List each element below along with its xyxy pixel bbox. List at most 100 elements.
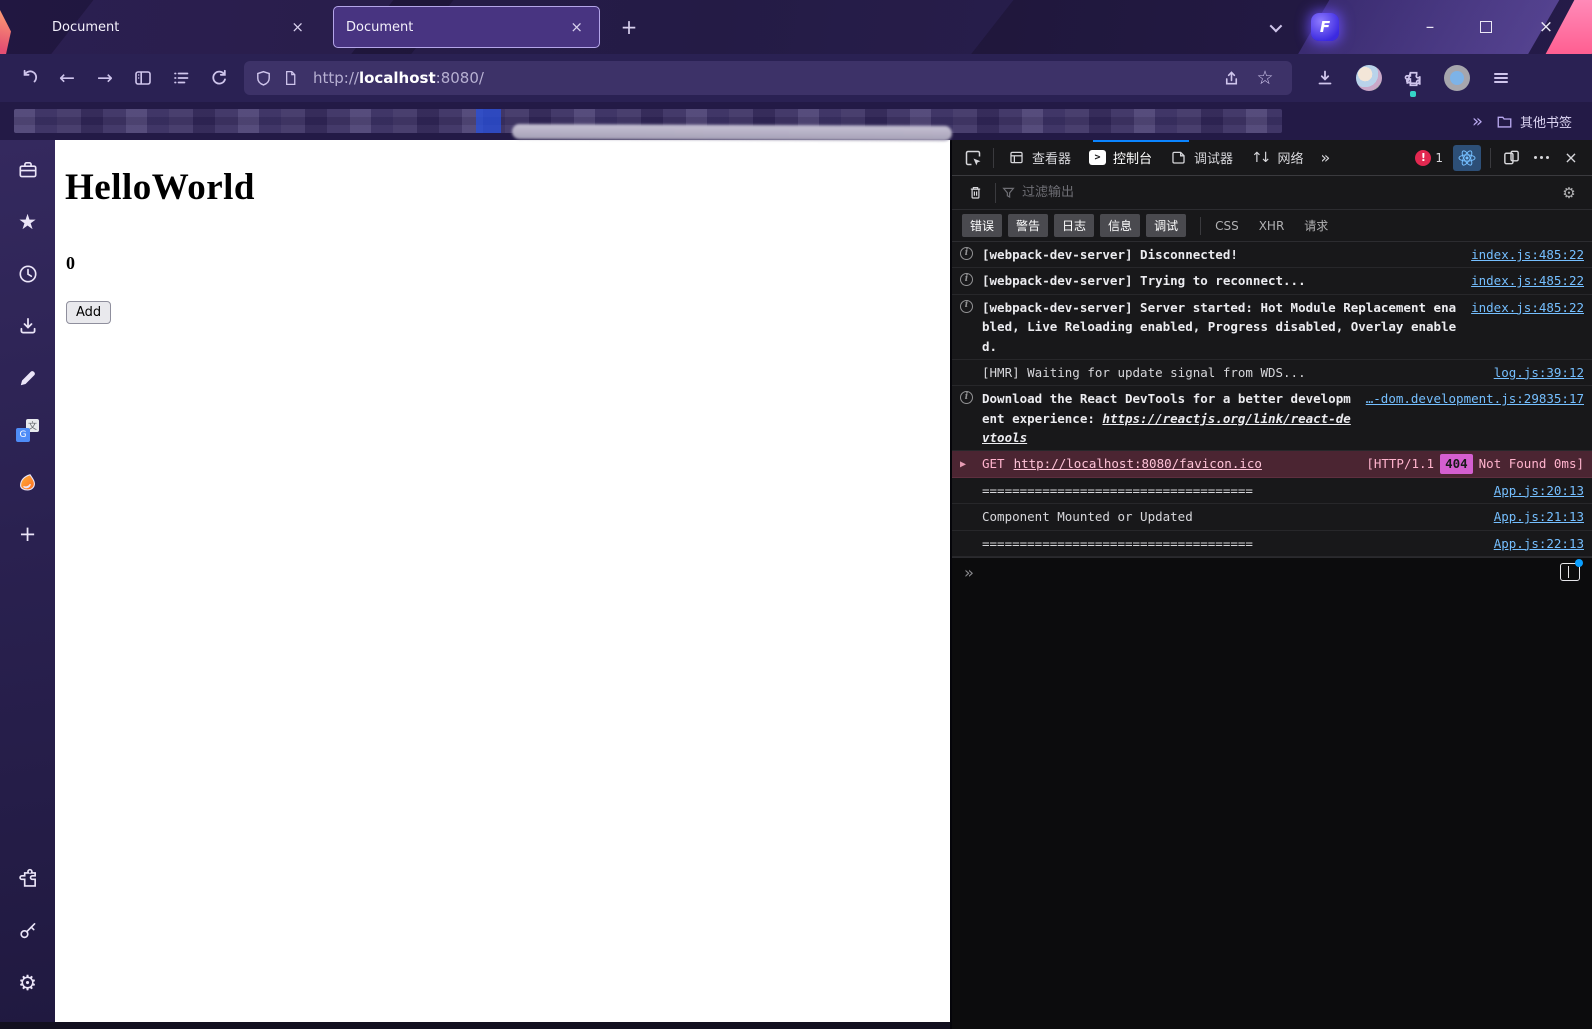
console-icon: > xyxy=(1089,150,1107,165)
devtools-empty-area xyxy=(952,586,1592,1029)
shield-icon[interactable] xyxy=(254,69,273,88)
console-input-row[interactable]: » xyxy=(952,556,1592,587)
source-link[interactable]: …-dom.development.js:29835:17 xyxy=(1366,389,1584,408)
source-link[interactable]: index.js:485:22 xyxy=(1471,298,1584,317)
source-link[interactable]: App.js:20:13 xyxy=(1494,481,1584,500)
bookmarks-overflow-button[interactable]: » xyxy=(1472,111,1483,132)
source-link[interactable]: index.js:485:22 xyxy=(1471,245,1584,264)
source-link[interactable]: index.js:485:22 xyxy=(1471,271,1584,290)
filter-output-input[interactable] xyxy=(1022,185,1554,200)
forward-button[interactable]: → xyxy=(86,60,124,96)
sidebar-settings-button[interactable]: ⚙ xyxy=(8,963,48,1003)
devtools-tab-debugger[interactable]: 调试器 xyxy=(1161,140,1242,175)
tab-close-icon[interactable]: × xyxy=(566,18,587,37)
pick-element-button[interactable] xyxy=(958,144,988,172)
url-text[interactable]: http://localhost:8080/ xyxy=(313,69,1214,87)
pick-element-icon xyxy=(965,150,981,165)
account-icon xyxy=(1444,65,1470,91)
extensions-button[interactable] xyxy=(1394,60,1432,97)
react-devtools-button[interactable] xyxy=(1453,144,1481,171)
page-info-button[interactable] xyxy=(273,60,307,96)
devtools-close-button[interactable]: × xyxy=(1556,144,1586,172)
reload-button[interactable] xyxy=(200,60,238,96)
add-button[interactable]: Add xyxy=(66,301,112,324)
message-text: ==================================== xyxy=(982,482,1253,498)
devtools-tab-network[interactable]: ↑↓ 网络 xyxy=(1242,140,1312,175)
sidebar-toggle-button[interactable] xyxy=(124,60,162,96)
history-sidebar-button[interactable] xyxy=(8,254,48,294)
devtools-tabs-overflow-button[interactable]: » xyxy=(1313,148,1339,167)
source-link[interactable]: log.js:39:12 xyxy=(1494,363,1584,382)
translate-webpanel-button[interactable]: 文 G xyxy=(8,410,48,450)
new-tab-button[interactable]: + xyxy=(614,12,644,42)
toolbox-icon xyxy=(18,162,37,178)
tab-close-icon[interactable]: × xyxy=(287,18,308,37)
filter-info-button[interactable]: 信息 xyxy=(1100,214,1141,237)
filter-debug-button[interactable]: 调试 xyxy=(1146,214,1187,237)
other-bookmarks-button[interactable]: 其他书签 xyxy=(1496,112,1572,131)
undo-arrow-icon xyxy=(23,69,38,83)
window-bottom-edge xyxy=(0,1022,950,1029)
filter-css-button[interactable]: CSS xyxy=(1215,219,1239,233)
theme-accent-left xyxy=(0,10,11,54)
passwords-button[interactable] xyxy=(8,911,48,951)
split-console-button[interactable] xyxy=(1560,559,1583,582)
censored-smear xyxy=(511,124,953,141)
message-text: Download the React DevTools for a better… xyxy=(982,391,1351,445)
downloads-sidebar-button[interactable] xyxy=(8,306,48,346)
source-link[interactable]: App.js:21:13 xyxy=(1494,507,1584,526)
titlebar: Document × Document × + F – × xyxy=(0,0,1592,54)
tab-document-1[interactable]: Document × xyxy=(40,8,320,46)
notification-dot xyxy=(1575,559,1583,568)
error-count: 1 xyxy=(1435,150,1443,165)
url-bar[interactable]: http://localhost:8080/ ☆ xyxy=(244,61,1292,95)
filter-requests-button[interactable]: 请求 xyxy=(1304,217,1328,234)
source-link[interactable]: App.js:22:13 xyxy=(1494,534,1584,553)
network-error-row[interactable]: ▶ GET http://localhost:8080/favicon.ico … xyxy=(952,451,1592,478)
downloads-button[interactable] xyxy=(1306,60,1344,96)
request-url-link[interactable]: http://localhost:8080/favicon.ico xyxy=(1014,454,1262,473)
sidebar-panel-icon xyxy=(135,71,151,85)
tab-title: Document xyxy=(346,19,414,35)
devtools-more-options-button[interactable] xyxy=(1526,144,1556,172)
filter-warnings-button[interactable]: 警告 xyxy=(1008,214,1049,237)
share-button[interactable] xyxy=(1214,60,1248,96)
filter-errors-button[interactable]: 错误 xyxy=(962,214,1003,237)
close-window-button[interactable]: × xyxy=(1518,0,1574,54)
filter-xhr-button[interactable]: XHR xyxy=(1259,219,1285,233)
browser-manager-button[interactable] xyxy=(8,150,48,190)
bookmarks-sidebar-button[interactable]: ★ xyxy=(8,202,48,242)
message-text: [webpack-dev-server] Server started: Hot… xyxy=(982,299,1457,354)
url-scheme: http:// xyxy=(313,69,359,87)
debugger-icon xyxy=(1172,151,1185,164)
page-icon xyxy=(285,70,295,86)
reader-list-button[interactable] xyxy=(162,60,200,96)
sidebar-addons-button[interactable] xyxy=(8,859,48,899)
vertical-sidebar: ★ 文 G + ⚙ xyxy=(0,140,55,1029)
back-button[interactable]: ← xyxy=(48,60,86,96)
expand-caret-icon[interactable]: ▶ xyxy=(960,454,982,473)
maximize-button[interactable] xyxy=(1458,0,1514,54)
profile-avatar-button[interactable] xyxy=(1350,60,1388,96)
tab-document-2-active[interactable]: Document × xyxy=(333,6,600,48)
filter-logs-button[interactable]: 日志 xyxy=(1054,214,1095,237)
app-menu-button[interactable] xyxy=(1482,60,1520,96)
url-host: localhost xyxy=(358,69,436,87)
clear-console-button[interactable] xyxy=(960,179,990,207)
console-settings-button[interactable]: ⚙ xyxy=(1554,179,1584,207)
counter-value: 0 xyxy=(66,253,75,273)
webpanel-fox-button[interactable] xyxy=(8,462,48,502)
minimize-button[interactable]: – xyxy=(1402,0,1458,54)
notes-sidebar-button[interactable] xyxy=(8,358,48,398)
error-count-indicator[interactable]: ! 1 xyxy=(1409,149,1449,166)
add-webpanel-button[interactable]: + xyxy=(8,514,48,554)
separator xyxy=(1490,147,1491,168)
tab-list-dropdown-button[interactable] xyxy=(1258,14,1290,40)
bookmark-page-button[interactable]: ☆ xyxy=(1248,60,1282,96)
devtools-tab-inspector[interactable]: 查看器 xyxy=(999,140,1080,175)
undo-button[interactable] xyxy=(10,60,48,96)
account-button[interactable] xyxy=(1438,60,1476,96)
separator xyxy=(993,147,994,168)
devtools-tab-console[interactable]: > 控制台 xyxy=(1080,140,1161,175)
responsive-design-mode-button[interactable] xyxy=(1496,144,1526,172)
